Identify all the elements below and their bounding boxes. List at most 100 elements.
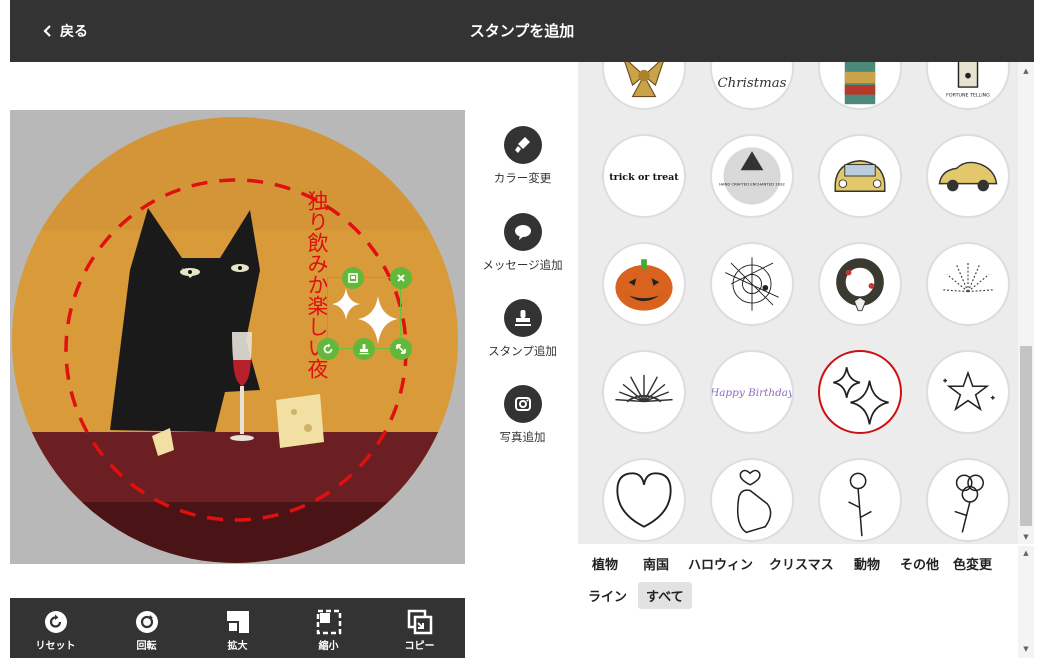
sticker-owl[interactable] bbox=[818, 62, 902, 110]
scroll-up-arrow-icon[interactable]: ▲ bbox=[1020, 66, 1032, 76]
resize-icon bbox=[396, 344, 406, 354]
category-scrollbar[interactable]: ▲ ▼ bbox=[1018, 546, 1034, 658]
tool-label: スタンプ追加 bbox=[488, 344, 557, 358]
sticker-sunburst-dots[interactable] bbox=[926, 242, 1010, 326]
tool-label: メッセージ追加 bbox=[482, 258, 563, 272]
sticker-christmas-text[interactable]: Christmas bbox=[710, 62, 794, 110]
stamp-icon bbox=[514, 310, 531, 326]
sticker-car-front[interactable] bbox=[818, 134, 902, 218]
christmas-script-text: Christmas bbox=[717, 76, 786, 91]
duplicate-handle[interactable] bbox=[342, 267, 364, 289]
sticker-sunburst-lines[interactable] bbox=[602, 350, 686, 434]
sticker-witch-hat[interactable]: HAND CRAFTED ENCHANTED 1692 bbox=[710, 134, 794, 218]
category-plants[interactable]: 植物 bbox=[584, 550, 626, 577]
witch-hat-image: HAND CRAFTED ENCHANTED 1692 bbox=[719, 147, 785, 205]
flower-line-image bbox=[954, 474, 984, 533]
bottom-bar-label: コピー bbox=[404, 640, 435, 652]
tool-label: 写真追加 bbox=[499, 430, 546, 444]
category-christmas[interactable]: クリスマス bbox=[761, 550, 842, 577]
pumpkin-image bbox=[615, 259, 673, 311]
bottom-toolbar: リセット 回転 拡大 縮小 コピー bbox=[10, 598, 465, 658]
stamp-add-button[interactable]: スタンプ追加 bbox=[470, 299, 575, 359]
category-color-change[interactable]: 色変更 bbox=[945, 550, 1000, 577]
sticker-grid: Christmas FORTUNE TELLING trick or treat… bbox=[578, 62, 1018, 544]
sticker-finger-heart[interactable] bbox=[710, 458, 794, 542]
photo-add-button[interactable]: 写真追加 bbox=[470, 385, 575, 445]
category-other[interactable]: その他 bbox=[892, 550, 947, 577]
category-all[interactable]: すべて bbox=[638, 582, 692, 609]
bottom-bar-label: 縮小 bbox=[318, 640, 339, 652]
scroll-up-arrow-icon[interactable]: ▲ bbox=[1020, 548, 1032, 558]
gift-bow-image bbox=[624, 62, 664, 98]
shrink-icon bbox=[316, 609, 341, 634]
tool-label: カラー変更 bbox=[493, 171, 552, 185]
trick-or-treat-image: trick or treat bbox=[609, 172, 679, 183]
sticker-car-side[interactable] bbox=[926, 134, 1010, 218]
rose-line-image bbox=[848, 472, 872, 537]
happy-birthday-image: Happy Birthday bbox=[712, 387, 792, 399]
category-line[interactable]: ライン bbox=[580, 582, 635, 609]
finger-heart-image bbox=[736, 469, 772, 534]
rotate-icon bbox=[323, 343, 333, 354]
sticker-happy-birthday[interactable]: Happy Birthday bbox=[710, 350, 794, 434]
camera-icon bbox=[514, 397, 531, 411]
reset-icon bbox=[44, 610, 67, 633]
stamp-handle[interactable] bbox=[353, 338, 375, 360]
car-front-image bbox=[834, 160, 886, 192]
wreath-image bbox=[836, 258, 884, 312]
sticker-gift-bow[interactable] bbox=[602, 62, 686, 110]
bottom-bar-label: リセット bbox=[35, 640, 76, 652]
happy-birthday-text: Happy Birthday bbox=[712, 387, 792, 399]
car-side-image bbox=[938, 161, 998, 192]
scroll-thumb[interactable] bbox=[1020, 346, 1032, 526]
reset-button[interactable]: リセット bbox=[21, 605, 91, 652]
sunburst-lines-image bbox=[615, 374, 673, 403]
scroll-down-arrow-icon[interactable]: ▼ bbox=[1020, 532, 1032, 542]
sticker-pumpkin[interactable] bbox=[602, 242, 686, 326]
category-animals[interactable]: 動物 bbox=[846, 550, 888, 577]
sticker-sparkle-selected[interactable] bbox=[818, 350, 902, 434]
resize-handle[interactable] bbox=[390, 338, 412, 360]
sticker-rose-line[interactable] bbox=[818, 458, 902, 542]
page-title: スタンプを追加 bbox=[469, 22, 575, 40]
fortune-hand-image: FORTUNE TELLING bbox=[946, 62, 990, 99]
heart-outline-image bbox=[616, 472, 672, 528]
bottom-bar-label: 回転 bbox=[136, 640, 157, 652]
paint-brush-icon bbox=[514, 137, 530, 153]
scroll-down-arrow-icon[interactable]: ▼ bbox=[1020, 644, 1032, 654]
sticker-flower-line[interactable] bbox=[926, 458, 1010, 542]
star-doodle-image bbox=[943, 370, 995, 412]
rotate-handle[interactable] bbox=[317, 338, 339, 360]
category-halloween[interactable]: ハロウィン bbox=[680, 550, 761, 577]
copy-icon bbox=[348, 273, 358, 283]
design-canvas[interactable]: 独り飲みか楽しい夜 bbox=[10, 110, 465, 564]
sticker-spider-web[interactable] bbox=[710, 242, 794, 326]
fortune-telling-text: FORTUNE TELLING bbox=[946, 93, 990, 99]
sticker-scrollbar[interactable]: ▲ ▼ bbox=[1018, 62, 1034, 544]
sticker-fortune-hand[interactable]: FORTUNE TELLING bbox=[926, 62, 1010, 110]
hand-crafted-text: HAND CRAFTED ENCHANTED 1692 bbox=[719, 182, 785, 187]
category-tropical[interactable]: 南国 bbox=[635, 550, 677, 577]
trick-or-treat-text: trick or treat bbox=[609, 172, 679, 183]
spider-web-image bbox=[725, 257, 779, 311]
owl-image bbox=[844, 62, 876, 105]
enlarge-icon bbox=[226, 610, 249, 633]
sticker-wreath[interactable] bbox=[818, 242, 902, 326]
enlarge-button[interactable]: 拡大 bbox=[203, 605, 273, 652]
message-add-button[interactable]: メッセージ追加 bbox=[470, 213, 575, 273]
sticker-star-doodle[interactable] bbox=[926, 350, 1010, 434]
stamp-icon bbox=[359, 344, 369, 355]
sticker-heart-outline[interactable] bbox=[602, 458, 686, 542]
sticker-trick-or-treat[interactable]: trick or treat bbox=[602, 134, 686, 218]
sparkle-image bbox=[833, 367, 889, 425]
color-change-button[interactable]: カラー変更 bbox=[470, 126, 575, 186]
copy-button[interactable]: コピー bbox=[385, 605, 455, 652]
delete-handle[interactable] bbox=[390, 267, 412, 289]
rotate-button[interactable]: 回転 bbox=[112, 605, 182, 652]
close-icon bbox=[397, 274, 405, 282]
shrink-button[interactable]: 縮小 bbox=[294, 605, 364, 652]
copy-icon bbox=[407, 609, 432, 634]
bottom-bar-label: 拡大 bbox=[227, 640, 248, 652]
christmas-script-image: Christmas bbox=[717, 76, 786, 91]
speech-bubble-icon bbox=[514, 225, 531, 240]
